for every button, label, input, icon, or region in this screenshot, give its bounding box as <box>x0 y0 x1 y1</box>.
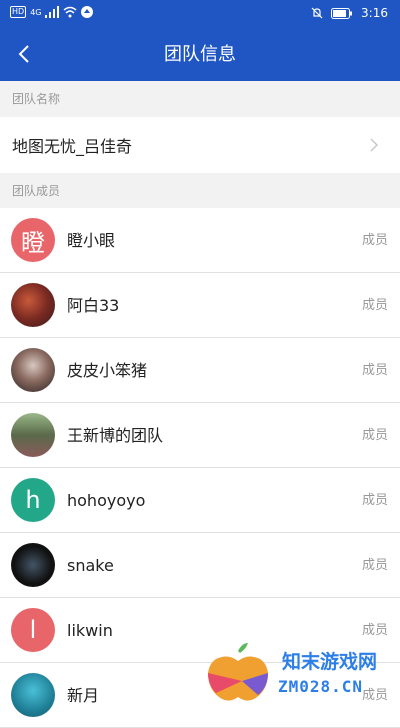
team-name-row[interactable]: 地图无忧_吕佳奇 <box>0 117 400 173</box>
member-row[interactable]: snake 成员 <box>0 533 400 598</box>
watermark-domain: ZM028.CN <box>278 677 364 696</box>
member-row[interactable]: 皮皮小笨猪 成员 <box>0 338 400 403</box>
wifi-icon <box>64 6 77 18</box>
page-title: 团队信息 <box>164 44 236 65</box>
network-type-label: 4G <box>30 7 42 17</box>
avatar: 瞪 <box>11 218 55 262</box>
member-row[interactable]: 瞪 瞪小眼 成员 <box>0 208 400 273</box>
app-notification-icon <box>81 6 94 18</box>
member-name: 王新博的团队 <box>67 426 164 445</box>
member-name: 皮皮小笨猪 <box>67 361 148 380</box>
member-name: snake <box>67 556 114 575</box>
team-members-section-label: 团队成员 <box>0 173 400 209</box>
team-name-text: 地图无忧_吕佳奇 <box>12 137 133 156</box>
team-name-section-label: 团队名称 <box>0 81 400 117</box>
member-row[interactable]: 阿白33 成员 <box>0 273 400 338</box>
mute-bell-icon <box>311 7 323 19</box>
member-name: 新月 <box>67 686 100 705</box>
signal-icon <box>45 6 60 18</box>
member-row[interactable]: 王新博的团队 成员 <box>0 403 400 468</box>
hd-badge: HD <box>10 6 27 18</box>
apple-logo-icon <box>208 643 268 701</box>
member-role: 成员 <box>361 363 388 378</box>
app-header: 团队信息 <box>0 28 400 81</box>
watermark-text: 知末游戏网 <box>282 651 378 673</box>
status-bar-left: HD 4G <box>10 6 94 18</box>
chevron-left-icon <box>18 45 29 63</box>
member-name: 阿白33 <box>67 296 120 315</box>
member-role: 成员 <box>361 558 388 573</box>
member-role: 成员 <box>361 298 388 313</box>
member-name: 瞪小眼 <box>67 231 116 250</box>
avatar-photo <box>11 348 55 392</box>
avatar: l <box>11 608 55 652</box>
status-bar: HD 4G 3:16 <box>0 0 400 28</box>
avatar-photo <box>11 413 55 457</box>
member-row[interactable]: h hohoyoyo 成员 <box>0 468 400 533</box>
member-role: 成员 <box>361 233 388 248</box>
watermark-logo: 知末游戏网 ZM028.CN <box>202 641 392 703</box>
status-bar-right: 3:16 <box>311 6 388 20</box>
member-name: likwin <box>67 621 113 640</box>
member-name: hohoyoyo <box>67 491 146 510</box>
avatar-photo <box>11 283 55 327</box>
avatar-photo <box>11 673 55 717</box>
battery-icon <box>331 7 353 19</box>
back-button[interactable] <box>6 36 42 72</box>
avatar-photo <box>11 543 55 587</box>
chevron-right-icon <box>370 138 379 152</box>
member-role: 成员 <box>361 428 388 443</box>
avatar: h <box>11 478 55 522</box>
clock: 3:16 <box>361 6 388 20</box>
member-role: 成员 <box>361 493 388 508</box>
